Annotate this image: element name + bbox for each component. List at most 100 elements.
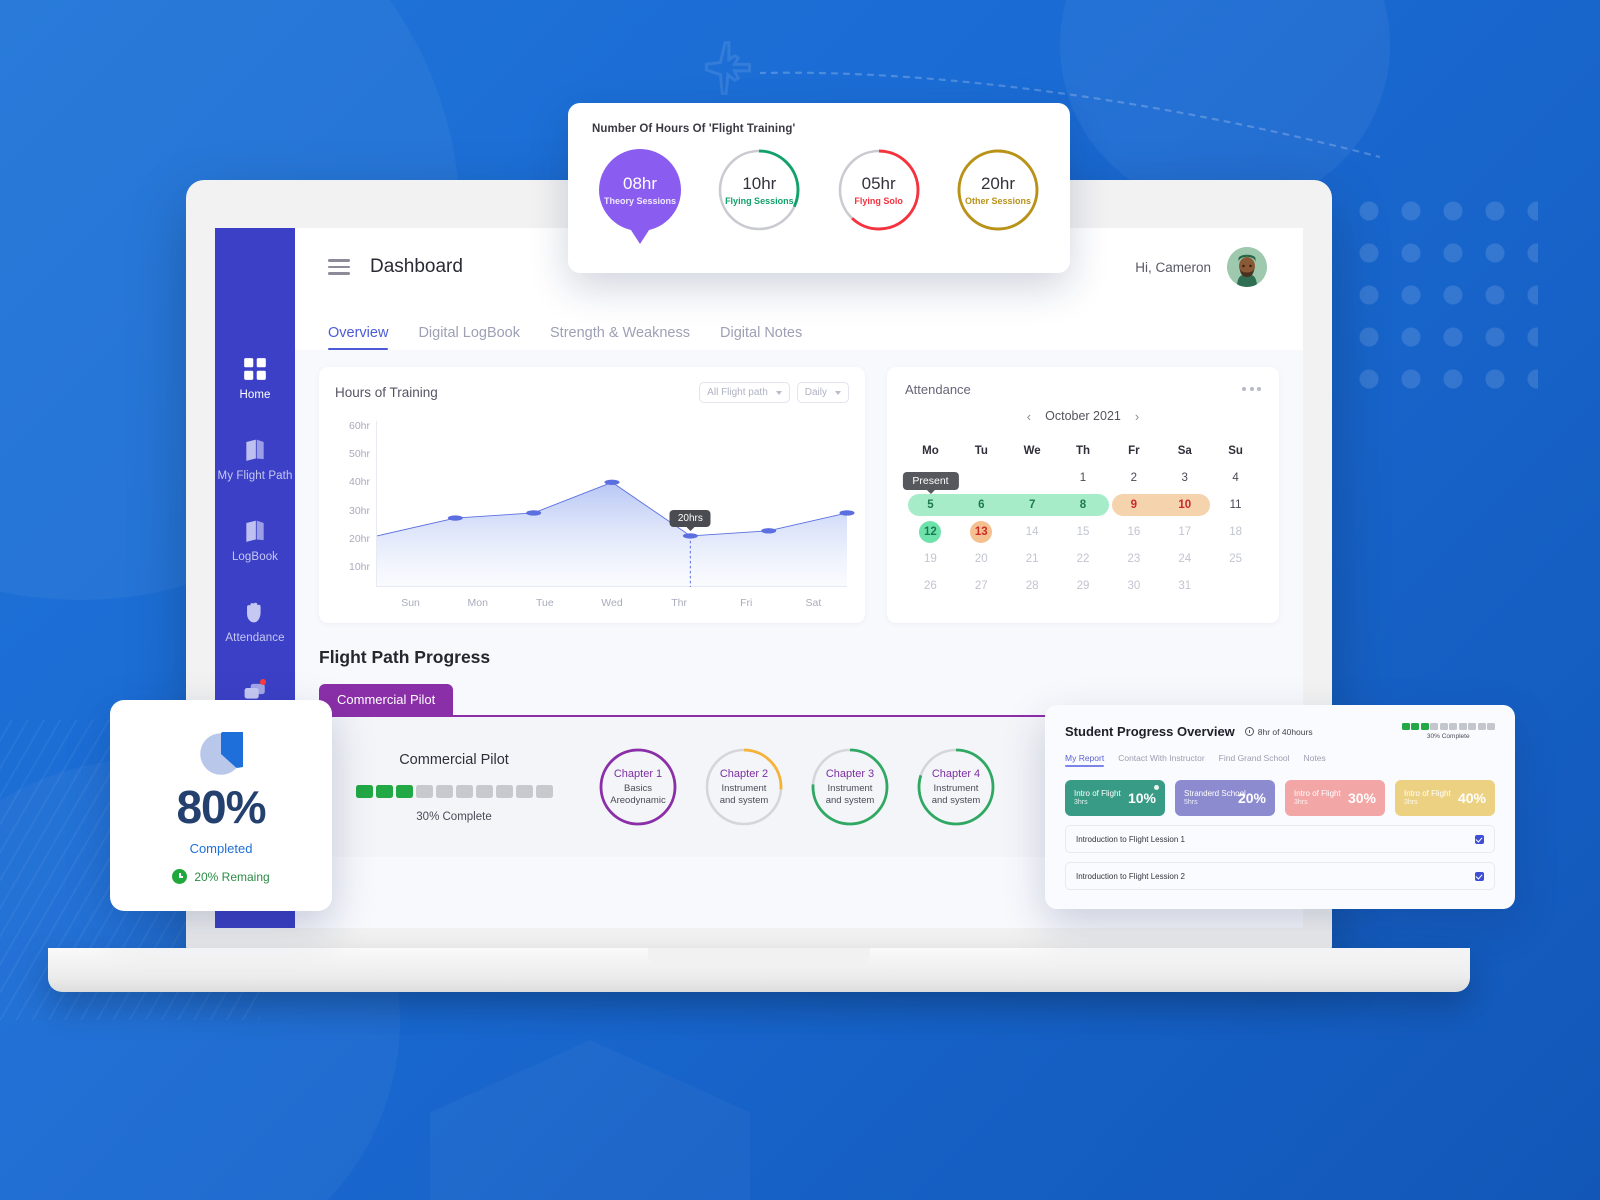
- calendar-day[interactable]: 19: [905, 545, 956, 572]
- calendar-day-number: 5: [927, 498, 934, 511]
- calendar-day[interactable]: 9: [1108, 491, 1159, 518]
- chapter-circle[interactable]: Chapter 3 Instrument and system: [811, 748, 889, 826]
- calendar-day[interactable]: 1: [1058, 464, 1109, 491]
- page-title: Dashboard: [370, 256, 463, 277]
- progress-module-card[interactable]: Intro of Flight 3hrs 30%: [1285, 780, 1385, 816]
- chart-plot: [377, 421, 855, 587]
- lesson-row[interactable]: Introduction to Flight Lession 2: [1065, 862, 1495, 890]
- student-progress-tabs: My Report Contact With Instructor Find G…: [1065, 753, 1495, 767]
- calendar-day[interactable]: 8: [1058, 491, 1109, 518]
- hamburger-icon[interactable]: [328, 259, 350, 275]
- calendar-day[interactable]: 28: [1007, 572, 1058, 599]
- lesson-checkbox[interactable]: [1475, 834, 1484, 844]
- module-percent: 30%: [1347, 790, 1376, 806]
- chapter-circle[interactable]: Chapter 2 Instrument and system: [705, 748, 783, 826]
- calendar-day-number: 11: [1229, 498, 1242, 511]
- progress-segment: [1411, 723, 1419, 730]
- more-horizontal-icon[interactable]: [1242, 382, 1261, 391]
- flight-hours-item[interactable]: 20hr Other Sessions: [957, 149, 1039, 231]
- tab-overview[interactable]: Overview: [328, 325, 389, 351]
- progress-segment: [1439, 723, 1448, 730]
- calendar-day[interactable]: 13: [956, 518, 1007, 545]
- progress-module-card[interactable]: Stranderd School 5hrs 20%: [1175, 780, 1275, 816]
- calendar-day[interactable]: 30: [1108, 572, 1159, 599]
- calendar-day[interactable]: 5: [905, 491, 956, 518]
- laptop-base: [48, 948, 1470, 992]
- calendar-day[interactable]: 11: [1210, 491, 1261, 518]
- calendar-day[interactable]: 10: [1159, 491, 1210, 518]
- chart-y-axis: 60hr 50hr 40hr 30hr 20hr 10hr: [335, 417, 375, 587]
- module-info: Intro of Flight 3hrs: [1404, 789, 1451, 807]
- calendar-day[interactable]: 6: [956, 491, 1007, 518]
- calendar-day[interactable]: 25: [1210, 545, 1261, 572]
- progress-module-card[interactable]: Intro of Flight 3hrs 40%: [1395, 780, 1495, 816]
- calendar-day[interactable]: 22: [1058, 545, 1109, 572]
- calendar-day-number: 9: [1130, 498, 1138, 511]
- progress-segment: [1468, 723, 1476, 730]
- calendar-day: [956, 464, 1007, 491]
- lesson-row[interactable]: Introduction to Flight Lession 1: [1065, 825, 1495, 853]
- calendar-day-number: 12: [924, 525, 937, 538]
- period-select[interactable]: Daily: [796, 382, 849, 403]
- student-progress-cards: Intro of Flight 3hrs 10% Stranderd School 5h…: [1065, 780, 1495, 816]
- sidebar-item-my-flight-path[interactable]: My Flight Path: [215, 437, 295, 482]
- calendar-weekday: Tu: [974, 444, 988, 457]
- flight-hours-item[interactable]: 10hr Flying Sessions: [718, 149, 800, 231]
- progress-module-card[interactable]: Intro of Flight 3hrs 10%: [1065, 780, 1165, 816]
- calendar-day: [1007, 464, 1058, 491]
- calendar-weekday: Sa: [1177, 444, 1192, 457]
- calendar-day[interactable]: 2: [1108, 464, 1159, 491]
- tab-commercial-pilot[interactable]: Commercial Pilot: [319, 684, 454, 715]
- tab-strength-weakness[interactable]: Strength & Weakness: [550, 325, 690, 350]
- calendar-day[interactable]: 4: [1210, 464, 1261, 491]
- calendar-day-number: 24: [1178, 552, 1192, 565]
- module-hours: 3hrs: [1074, 798, 1088, 806]
- sidebar-item-attendance[interactable]: Attendance: [215, 599, 295, 644]
- attendance-header: Attendance: [905, 382, 1261, 397]
- calendar-day[interactable]: 20: [956, 545, 1007, 572]
- progress-segment: [415, 784, 433, 798]
- calendar-day[interactable]: 3: [1159, 464, 1210, 491]
- chapter-circle[interactable]: Chapter 4 Instrument and system: [917, 748, 995, 826]
- calendar-day[interactable]: 17: [1159, 518, 1210, 545]
- calendar-day[interactable]: 14: [1007, 518, 1058, 545]
- chapter-circle[interactable]: Chapter 1 Basics Areodynamic: [599, 748, 677, 826]
- sidebar-item-home[interactable]: Home: [215, 356, 295, 401]
- module-info: Stranderd School 5hrs: [1184, 789, 1246, 807]
- tab-digital-logbook[interactable]: Digital LogBook: [418, 325, 520, 350]
- sp-tab-contact-instructor[interactable]: Contact With Instructor: [1118, 753, 1204, 767]
- chevron-right-icon[interactable]: ›: [1135, 410, 1139, 423]
- calendar-day[interactable]: 16: [1108, 518, 1159, 545]
- calendar-day[interactable]: 21: [1007, 545, 1058, 572]
- calendar-day[interactable]: 29: [1058, 572, 1109, 599]
- lesson-checkbox[interactable]: [1475, 871, 1484, 881]
- chapter-subtitle: Instrument and system: [719, 782, 769, 806]
- chart-data-points: [447, 479, 855, 587]
- sidebar-item-logbook[interactable]: LogBook: [215, 518, 295, 563]
- sp-tab-my-report[interactable]: My Report: [1065, 753, 1105, 767]
- calendar-day[interactable]: 23: [1108, 545, 1159, 572]
- x-tick: Thr: [671, 597, 687, 609]
- sidebar-item-label: Attendance: [225, 632, 285, 644]
- avatar[interactable]: [1227, 247, 1267, 287]
- calendar-day[interactable]: 15: [1058, 518, 1109, 545]
- student-progress-hours: 8hr of 40hours: [1244, 727, 1313, 737]
- calendar-day[interactable]: 24: [1159, 545, 1210, 572]
- progress-segment: [475, 784, 493, 798]
- calendar-day[interactable]: 18: [1210, 518, 1261, 545]
- calendar-day[interactable]: 7: [1007, 491, 1058, 518]
- tab-digital-notes[interactable]: Digital Notes: [720, 325, 802, 350]
- flight-path-select[interactable]: All Flight path: [699, 382, 790, 403]
- progress-segment: [1458, 723, 1467, 730]
- calendar-weekday-row: Mo Tu We Th Fr Sa Su: [905, 437, 1261, 464]
- chevron-left-icon[interactable]: ‹: [1027, 410, 1031, 423]
- calendar-day-number: 20: [974, 552, 988, 565]
- sp-tab-find-grand-school[interactable]: Find Grand School: [1219, 753, 1290, 767]
- calendar-day[interactable]: 12: [905, 518, 956, 545]
- sp-tab-notes[interactable]: Notes: [1304, 753, 1326, 767]
- calendar-day[interactable]: 31: [1159, 572, 1210, 599]
- flight-hours-item[interactable]: 08hr Theory Sessions: [599, 149, 681, 231]
- flight-hours-item[interactable]: 05hr Flying Solo: [838, 149, 920, 231]
- calendar-day[interactable]: 26: [905, 572, 956, 599]
- calendar-day[interactable]: 27: [956, 572, 1007, 599]
